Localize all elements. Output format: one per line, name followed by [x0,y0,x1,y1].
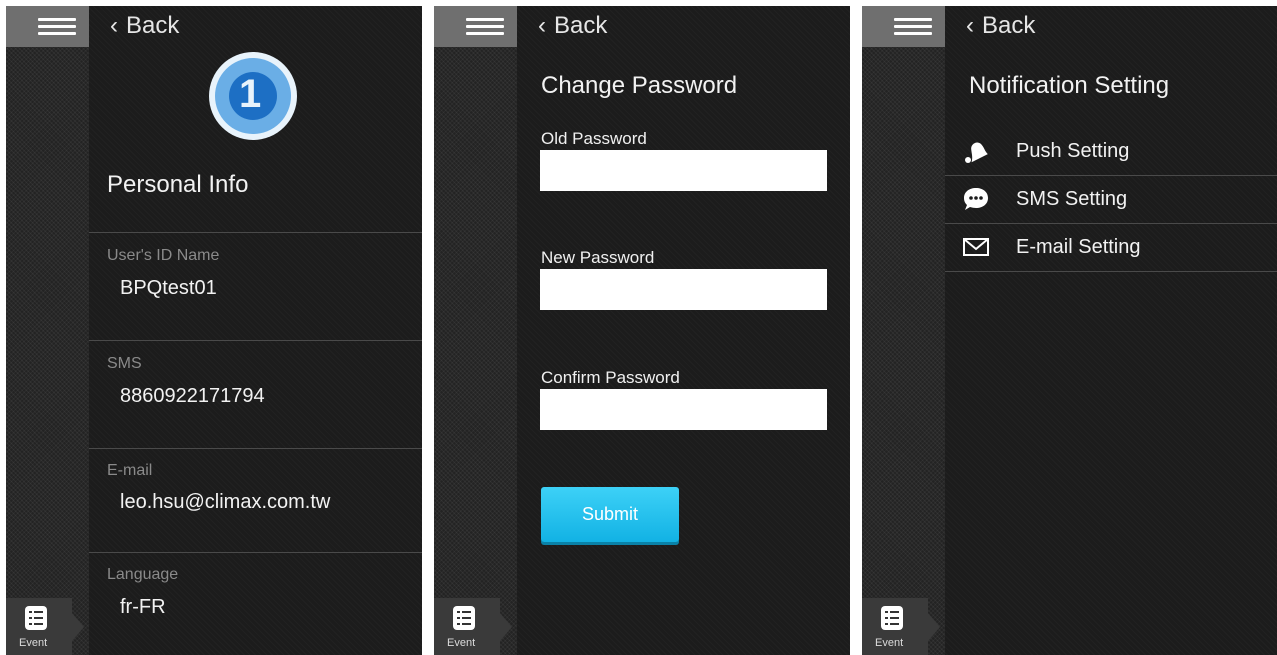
bell-icon [965,142,988,163]
old-password-input[interactable] [540,150,827,191]
email-setting-item[interactable]: E-mail Setting [945,224,1277,272]
back-label: Back [554,12,608,39]
sms-label: SMS [107,355,142,372]
divider [89,448,422,449]
page-title: Notification Setting [969,72,1170,99]
back-label: Back [982,12,1036,39]
change-password-screen: Event ‹ Back Change Password Old Password… [434,6,850,655]
envelope-icon [963,238,989,256]
submit-button[interactable]: Submit [541,487,679,542]
push-setting-item[interactable]: Push Setting [945,128,1277,176]
hamburger-icon [38,18,76,39]
menu-button[interactable] [434,6,517,47]
menu-button[interactable] [862,6,945,47]
event-tab[interactable]: Event [862,598,940,655]
divider [89,340,422,341]
chevron-left-icon: ‹ [966,12,974,39]
event-tab[interactable]: Event [6,598,84,655]
new-password-label: New Password [541,248,655,267]
notification-setting-screen: Event ‹ Back Notification Setting Push Se… [862,6,1277,655]
hamburger-icon [466,18,504,39]
back-button[interactable]: ‹ Back [110,12,179,40]
event-list-icon [881,606,903,630]
page-title: Personal Info [107,171,249,198]
divider [89,232,422,233]
push-setting-label: Push Setting [1016,140,1130,162]
event-label: Event [447,637,476,649]
sms-setting-label: SMS Setting [1016,188,1128,210]
new-password-input[interactable] [540,269,827,310]
email-label: E-mail [107,462,153,479]
chat-bubble-icon [964,188,988,210]
side-rail: Event [434,6,517,655]
event-list-icon [25,606,47,630]
side-rail: Event [862,6,945,655]
personal-info-screen: Event ‹ Back 1 Personal Info User's ID Na… [6,6,422,655]
event-list-icon [453,606,475,630]
back-button[interactable]: ‹ Back [966,12,1035,40]
side-rail: Event [6,6,89,655]
chevron-left-icon: ‹ [110,12,118,39]
user-id-label: User's ID Name [107,247,220,264]
user-id-value: BPQtest01 [120,277,217,299]
hamburger-icon [894,18,932,39]
confirm-password-input[interactable] [540,389,827,430]
sms-setting-item[interactable]: SMS Setting [945,176,1277,224]
language-value: fr-FR [120,596,166,618]
chevron-left-icon: ‹ [538,12,546,39]
event-label: Event [875,637,904,649]
event-tab[interactable]: Event [434,598,512,655]
page-title: Change Password [541,72,738,99]
confirm-password-label: Confirm Password [541,368,680,387]
divider [89,552,422,553]
back-button[interactable]: ‹ Back [538,12,607,40]
event-label: Event [19,637,48,649]
language-label: Language [107,566,179,583]
back-label: Back [126,12,180,39]
old-password-label: Old Password [541,129,647,148]
app-logo-avatar: 1 [209,52,297,140]
menu-button[interactable] [6,6,89,47]
email-setting-label: E-mail Setting [1016,236,1141,258]
sms-value: 8860922171794 [120,385,265,407]
email-value: leo.hsu@climax.com.tw [120,491,331,513]
